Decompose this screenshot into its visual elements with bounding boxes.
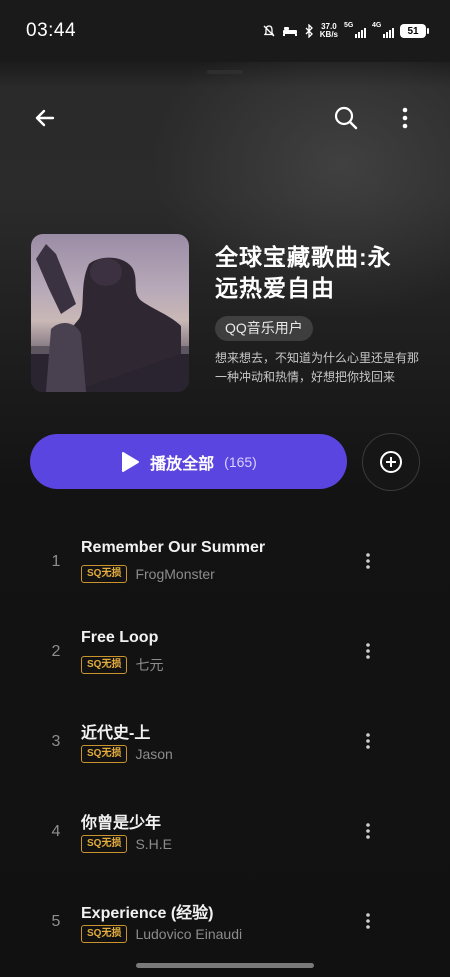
home-indicator[interactable] [136, 963, 314, 968]
playlist-owner[interactable]: QQ音乐用户 [215, 316, 313, 341]
playlist-screen: 03:44 37.0 KB/s 5G 4G 51 全球宝藏歌曲:永远热爱自由 Q… [0, 0, 450, 977]
plus-circle-icon [380, 451, 402, 473]
status-time: 03:44 [26, 20, 77, 41]
song-index: 5 [51, 913, 61, 930]
more-vertical-icon [402, 107, 408, 129]
net-speed-unit: KB/s [319, 30, 338, 39]
playlist-title: 全球宝藏歌曲:永远热爱自由 [215, 244, 392, 301]
sq-lossless-badge: SQ无损 [81, 565, 128, 583]
song-artist: S.H.E [135, 836, 173, 852]
play-all-label: 播放全部 [150, 455, 215, 473]
play-icon [122, 451, 140, 472]
song-index: 1 [51, 553, 61, 570]
add-to-collection-button[interactable] [362, 433, 420, 491]
play-all-count: (165) [224, 453, 257, 470]
song-more-button[interactable] [358, 639, 378, 663]
sq-lossless-badge: SQ无损 [81, 745, 128, 763]
song-index: 3 [51, 733, 61, 750]
song-artist: Jason [135, 746, 173, 762]
song-more-button[interactable] [358, 549, 378, 573]
battery-icon: 51 [400, 24, 429, 38]
sq-lossless-badge: SQ无损 [81, 656, 128, 674]
status-icons: 37.0 KB/s 5G 4G 51 [262, 20, 429, 42]
song-row[interactable]: 2 Free Loop SQ无损 七元 [0, 629, 450, 689]
back-button[interactable] [27, 100, 63, 136]
song-artist: Ludovico Einaudi [135, 926, 243, 942]
playlist-description[interactable]: 想来想去，不知道为什么心里还是有那一种冲动和热情，好想把你找回来 [215, 349, 425, 387]
more-vertical-icon [366, 643, 370, 659]
more-vertical-icon [366, 913, 370, 929]
more-vertical-icon [366, 553, 370, 569]
song-title: 近代史-上 [81, 725, 151, 742]
search-button[interactable] [328, 100, 364, 136]
song-row[interactable]: 5 Experience (经验) SQ无损 Ludovico Einaudi [0, 899, 450, 959]
mute-bell-icon [262, 24, 276, 38]
song-title: Free Loop [81, 629, 159, 646]
bluetooth-icon [304, 24, 314, 38]
cellular-signal-icon: 5G [344, 22, 366, 38]
signal1-label: 5G [344, 22, 354, 29]
song-artist: FrogMonster [135, 566, 215, 582]
song-index: 4 [51, 823, 61, 840]
more-options-button[interactable] [387, 100, 423, 136]
song-title: Remember Our Summer [81, 539, 266, 556]
playlist-cover-image[interactable] [31, 234, 189, 392]
more-vertical-icon [366, 823, 370, 839]
song-index: 2 [51, 643, 61, 660]
song-more-button[interactable] [358, 909, 378, 933]
drag-handle[interactable] [207, 70, 243, 74]
song-more-button[interactable] [358, 729, 378, 753]
signal2-label: 4G [372, 22, 382, 29]
status-bar: 03:44 37.0 KB/s 5G 4G 51 [0, 0, 450, 62]
cellular-signal-icon-2: 4G [372, 22, 394, 38]
back-arrow-icon [35, 109, 55, 127]
search-icon [334, 106, 358, 130]
play-all-button[interactable]: 播放全部 (165) [30, 434, 347, 489]
song-title: Experience (经验) [81, 905, 214, 922]
bed-icon [282, 25, 298, 37]
song-title: 你曾是少年 [81, 815, 162, 832]
song-row[interactable]: 4 你曾是少年 SQ无损 S.H.E [0, 809, 450, 869]
song-more-button[interactable] [358, 819, 378, 843]
sq-lossless-badge: SQ无损 [81, 925, 128, 943]
network-speed: 37.0 KB/s [320, 23, 338, 39]
song-artist: 七元 [135, 657, 164, 673]
song-row[interactable]: 3 近代史-上 SQ无损 Jason [0, 719, 450, 779]
song-row[interactable]: 1 Remember Our Summer SQ无损 FrogMonster [0, 539, 450, 599]
more-vertical-icon [366, 733, 370, 749]
sq-lossless-badge: SQ无损 [81, 835, 128, 853]
